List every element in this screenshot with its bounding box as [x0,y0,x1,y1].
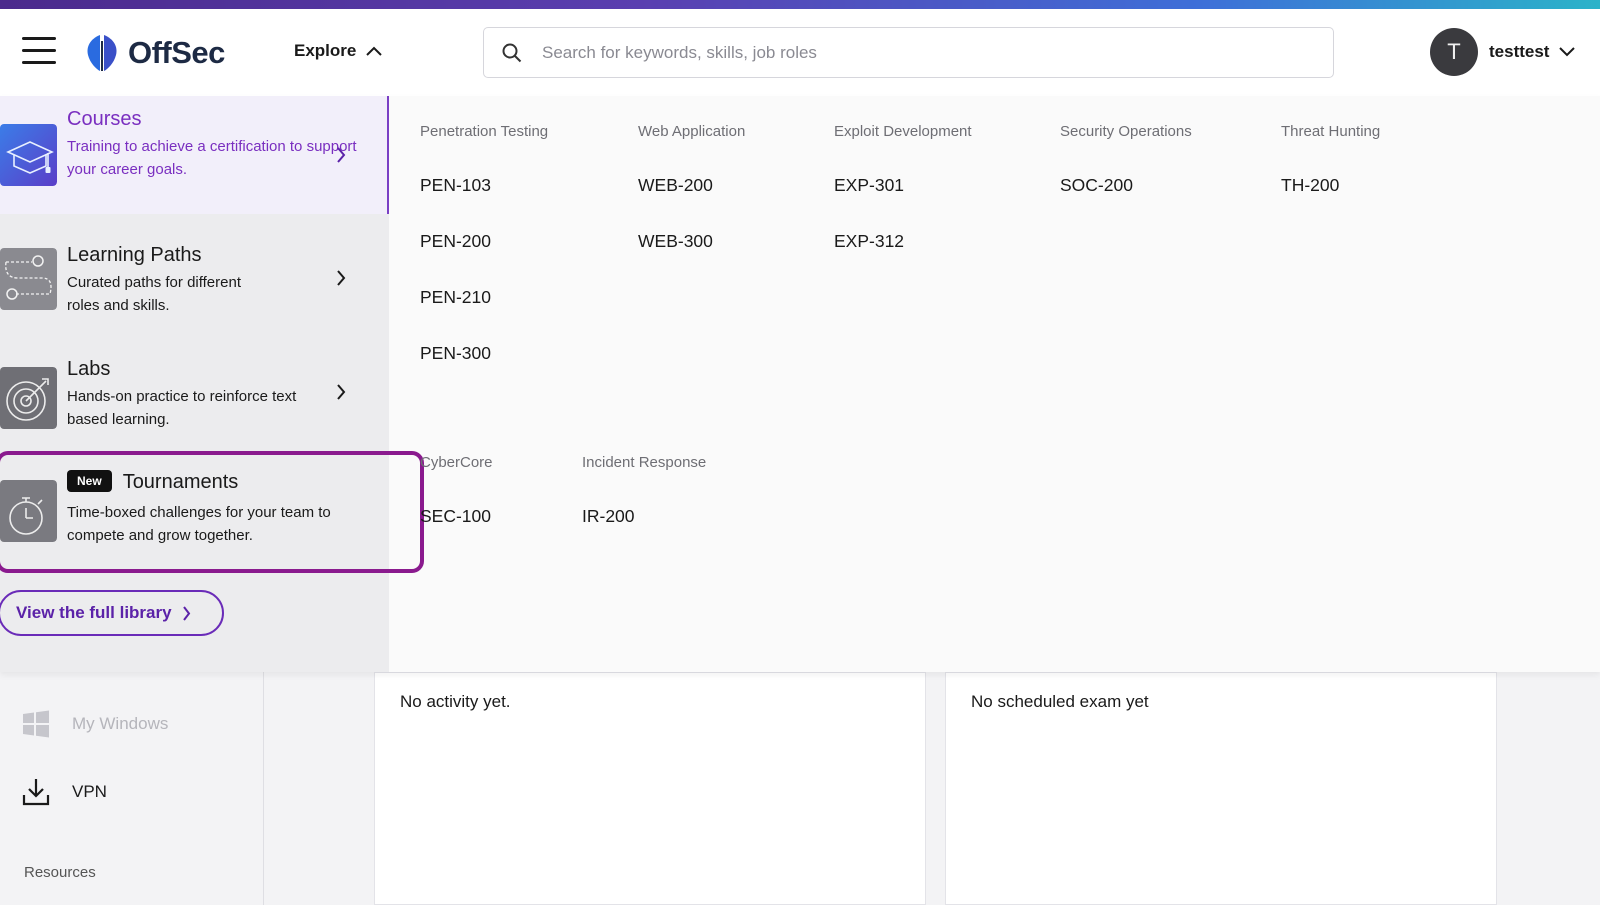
route-map-icon [0,248,57,310]
chevron-right-icon [182,605,190,621]
category-heading: Web Application [638,123,746,140]
exam-empty-text: No scheduled exam yet [971,692,1149,711]
sidebar-item-my-windows[interactable]: My Windows [22,710,168,738]
new-badge: New [67,470,112,492]
course-link[interactable]: EXP-301 [834,175,904,196]
chevron-right-icon [337,147,346,163]
menu-item-title: Learning Paths [67,244,202,266]
menu-item-title: Labs [67,358,111,380]
course-link[interactable]: SEC-100 [420,506,491,527]
hamburger-menu-icon[interactable] [22,37,56,67]
menu-item-desc: Hands-on practice to reinforce text base… [67,388,297,428]
course-link[interactable]: WEB-200 [638,175,713,196]
sidebar-item-label: VPN [72,782,107,801]
course-link[interactable]: EXP-312 [834,231,904,252]
menu-item-desc: Time-boxed challenges for your team to c… [67,504,331,544]
menu-categories-panel: Courses Training to achieve a certificat… [0,96,389,672]
course-link[interactable]: PEN-200 [420,231,491,252]
chevron-up-icon [366,46,383,56]
full-library-label: View the full library [16,603,172,622]
search-box[interactable] [483,27,1334,78]
course-link[interactable]: PEN-300 [420,343,491,364]
menu-item-desc: Training to achieve a certification to s… [67,138,357,178]
menu-item-desc: Curated paths for different roles and sk… [67,274,241,314]
logo-text: OffSec [128,35,225,70]
explore-mega-menu: Courses Training to achieve a certificat… [0,96,1600,672]
sidebar-section-resources: Resources [24,864,96,881]
windows-icon [23,710,49,738]
menu-item-labs[interactable]: Labs Hands-on practice to reinforce text… [0,346,389,446]
course-link[interactable]: PEN-210 [420,287,491,308]
course-link[interactable]: TH-200 [1281,175,1339,196]
category-heading: Penetration Testing [420,123,549,140]
graduation-cap-icon [0,124,57,186]
avatar: T [1430,28,1478,76]
category-heading: CyberCore [420,454,493,471]
stopwatch-icon [0,480,57,542]
menu-item-courses[interactable]: Courses Training to achieve a certificat… [0,96,389,214]
chevron-right-icon [337,270,346,286]
menu-item-title: Courses [67,108,142,130]
header: OffSec Explore T testtest [0,9,1600,96]
chevron-down-icon [1559,47,1576,57]
menu-item-tournaments[interactable]: New Tournaments Time-boxed challenges for… [0,460,389,560]
category-heading: Threat Hunting [1281,123,1381,140]
menu-item-title-text: Tournaments [122,471,239,493]
course-link[interactable]: PEN-103 [420,175,491,196]
view-full-library-button[interactable]: View the full library [0,590,224,636]
exam-card: No scheduled exam yet [945,672,1497,905]
course-link[interactable]: IR-200 [582,506,635,527]
explore-label: Explore [294,41,357,60]
offsec-logo-icon [87,35,117,71]
course-link[interactable]: SOC-200 [1060,175,1133,196]
logo[interactable]: OffSec [82,31,225,75]
sidebar-item-label: My Windows [72,714,169,733]
course-link[interactable]: WEB-300 [638,231,713,252]
user-menu[interactable]: T testtest [1430,28,1576,76]
target-icon [0,367,57,429]
category-heading: Exploit Development [834,123,972,140]
chevron-right-icon [337,384,346,400]
sidebar-item-vpn[interactable]: VPN [22,777,107,807]
explore-menu-button[interactable]: Explore [294,41,383,61]
category-heading: Security Operations [1060,123,1192,140]
download-icon [22,779,50,806]
username: testtest [1489,42,1550,61]
activity-empty-text: No activity yet. [400,692,511,711]
activity-card: No activity yet. [374,672,926,905]
menu-item-learning-paths[interactable]: Learning Paths Curated paths for differe… [0,232,389,332]
search-input[interactable] [542,42,1302,63]
category-heading: Incident Response [582,454,707,471]
top-accent-bar [0,0,1600,9]
search-icon [502,43,522,62]
menu-item-title: New Tournaments [67,470,238,494]
